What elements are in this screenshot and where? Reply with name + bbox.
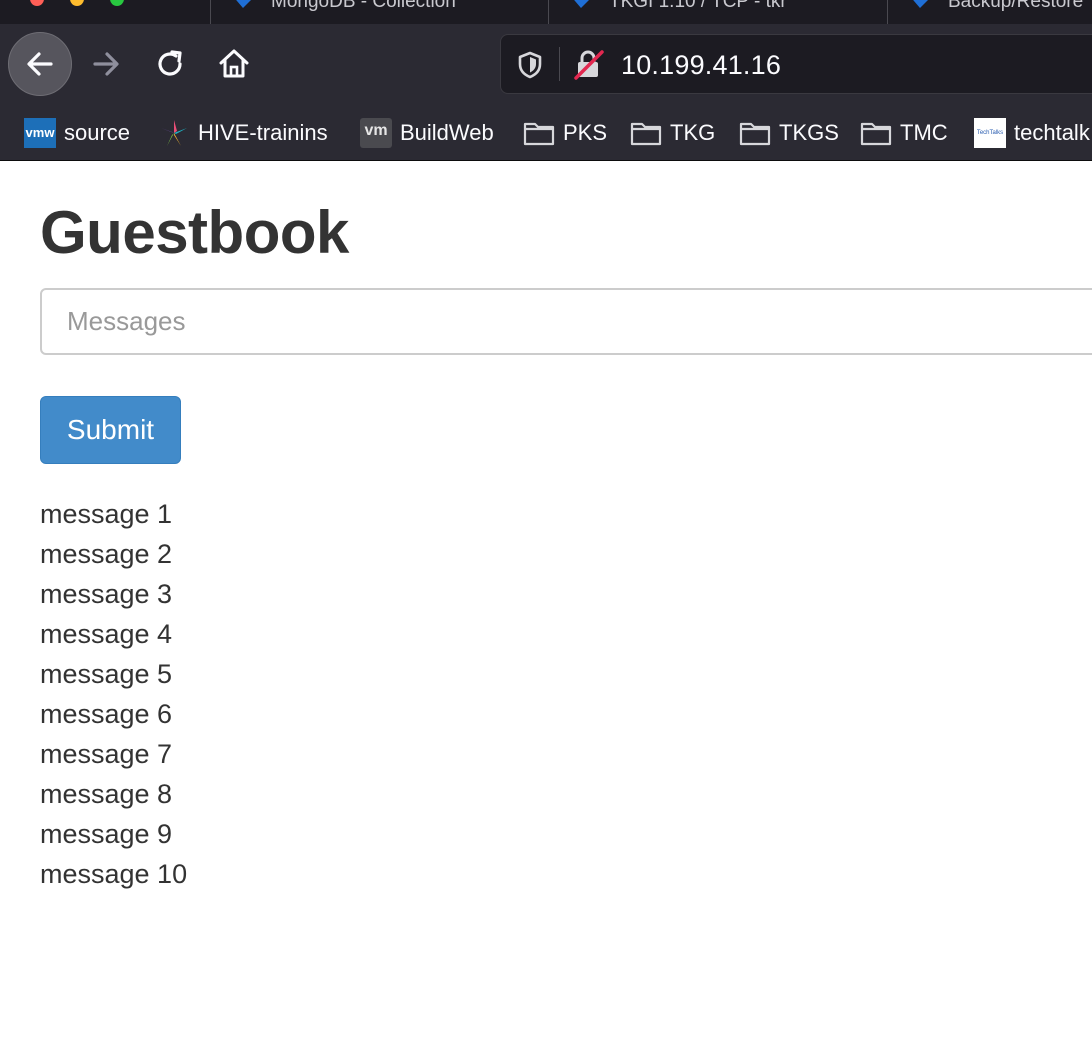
submit-button[interactable]: Submit [40,396,181,464]
tab-title: TKGI 1.10 / TCP - tkr [609,0,787,12]
folder-icon [739,118,771,148]
home-icon [219,49,249,78]
message-item: message 5 [40,659,173,689]
tracking-protection-shield-icon[interactable] [517,51,543,79]
tab-favicon-icon [913,0,928,8]
folder-icon [523,118,555,148]
techtalks-icon-text: TechTalks [974,118,1006,148]
minimize-window-button[interactable] [70,0,84,6]
navigation-toolbar: 10.199.41.16 [0,24,1092,106]
guestbook-page: Guestbook Submit message 1 message 2 mes… [0,161,1092,1044]
bookmark-label: PKS [563,120,608,145]
tab-title: MongoDB - Collection [271,0,456,12]
message-item: message 10 [40,859,188,889]
vm-icon: vm [360,118,392,148]
message-item: message 1 [40,499,173,529]
bookmark-techtalk[interactable]: TechTalks techtalk [974,118,1090,148]
bookmark-hive-trainins[interactable]: HIVE-trainins [158,118,328,148]
message-item: message 2 [40,539,173,569]
bookmark-label: HIVE-trainins [198,120,328,145]
bookmark-label: techtalk [1014,120,1090,145]
bookmark-buildweb[interactable]: vm BuildWeb [360,118,494,148]
arrow-right-icon [93,52,119,76]
browser-tab[interactable]: Backup/Restore [887,0,1092,24]
message-item: message 8 [40,779,173,809]
message-list: message 1 message 2 message 3 message 4 … [40,494,187,894]
insecure-lock-icon[interactable] [573,49,605,81]
techtalks-icon: TechTalks [974,118,1006,148]
bookmark-label: TKG [670,120,716,145]
address-bar-separator [559,47,560,81]
message-item: message 6 [40,699,173,729]
forward-button[interactable] [74,32,138,96]
bookmark-label: TKGS [779,120,839,145]
browser-tab[interactable]: MongoDB - Collection [210,0,549,24]
bookmark-label: TMC [900,120,948,145]
bookmark-label: BuildWeb [400,120,494,145]
back-button[interactable] [8,32,72,96]
tab-strip: MongoDB - Collection TKGI 1.10 / TCP - t… [0,0,1092,24]
bookmark-folder-tkg[interactable]: TKG [630,118,715,148]
folder-icon [860,118,892,148]
hive-icon [158,118,190,148]
messages-input[interactable] [40,288,1092,355]
browser-chrome: MongoDB - Collection TKGI 1.10 / TCP - t… [0,0,1092,161]
zoom-window-button[interactable] [110,0,124,6]
message-item: message 7 [40,739,173,769]
arrow-left-icon [27,52,53,76]
close-window-button[interactable] [30,0,44,6]
bookmark-folder-tkgs[interactable]: TKGS [739,118,839,148]
message-item: message 4 [40,619,173,649]
vmw-icon-text: vmw [24,118,56,148]
vm-icon-text: vm [360,118,392,148]
bookmark-source[interactable]: vmw source [24,118,130,148]
reload-icon [158,50,182,76]
vmw-icon: vmw [24,118,56,148]
tab-favicon-icon [574,0,589,8]
message-item: message 3 [40,579,173,609]
folder-icon [630,118,662,148]
bookmark-folder-tmc[interactable]: TMC [860,118,948,148]
address-bar[interactable]: 10.199.41.16 [500,34,1092,94]
home-button[interactable] [202,32,266,96]
mongodb-tab-icon [236,0,251,8]
message-item: message 9 [40,819,173,849]
bookmarks-toolbar: vmw source HIVE-trainins vm BuildWeb PKS… [0,106,1092,161]
bookmark-folder-pks[interactable]: PKS [523,118,607,148]
page-title: Guestbook [40,199,349,266]
tab-title: Backup/Restore [948,0,1084,12]
bookmark-label: source [64,120,131,145]
reload-button[interactable] [138,32,202,96]
url-text[interactable]: 10.199.41.16 [621,50,781,81]
browser-tab[interactable]: TKGI 1.10 / TCP - tkr [548,0,888,24]
